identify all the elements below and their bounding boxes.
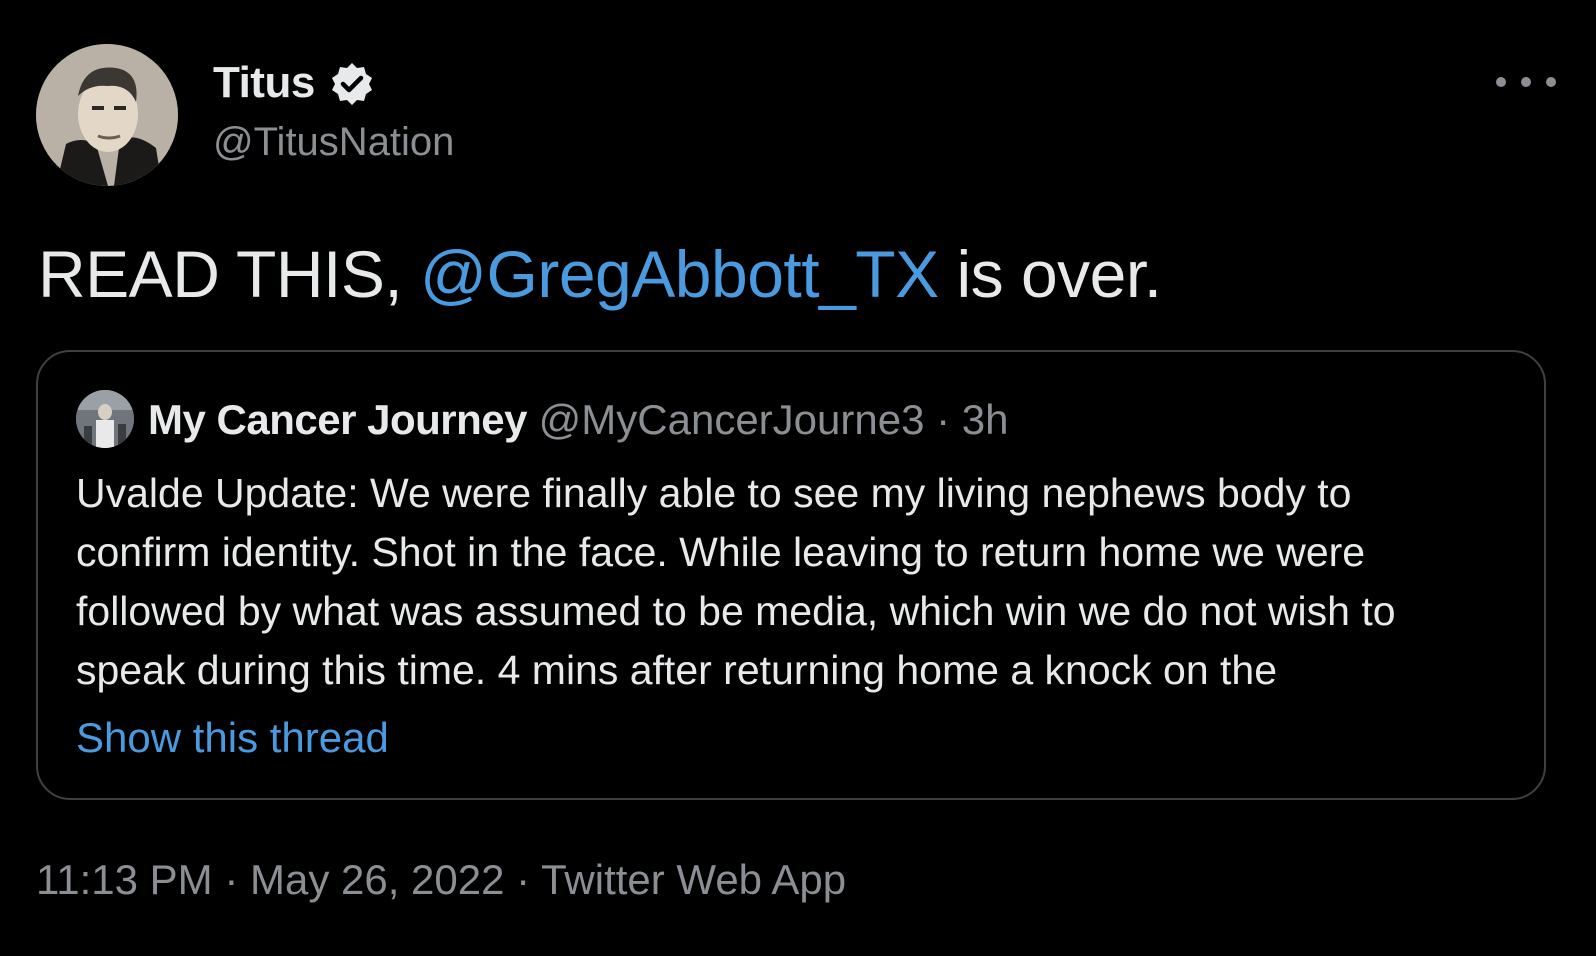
- tweet-text-before: READ THIS,: [38, 237, 421, 311]
- tweet-time[interactable]: 11:13 PM: [36, 856, 213, 903]
- author-display-name[interactable]: Titus: [213, 58, 315, 108]
- more-options-icon[interactable]: [1496, 64, 1556, 100]
- quoted-text-line: confirm identity. Shot in the face. Whil…: [76, 529, 1366, 575]
- quoted-text-line: speak during this time. 4 mins after ret…: [76, 647, 1278, 693]
- tweet-source[interactable]: Twitter Web App: [541, 856, 846, 903]
- more-dot: [1521, 77, 1531, 87]
- quoted-display-name[interactable]: My Cancer Journey: [148, 396, 527, 443]
- quoted-time[interactable]: 3h: [962, 396, 1009, 443]
- more-dot: [1546, 77, 1556, 87]
- tweet-date[interactable]: May 26, 2022: [250, 856, 505, 903]
- quoted-tweet-header: My Cancer Journey @MyCancerJourne3 · 3h: [148, 396, 1009, 444]
- author-handle[interactable]: @TitusNation: [213, 120, 454, 165]
- avatar-portrait-icon: [36, 44, 178, 186]
- quoted-separator: ·: [924, 396, 962, 443]
- footer-separator: ·: [212, 856, 250, 903]
- quoted-tweet-text: Uvalde Update: We were finally able to s…: [76, 464, 1526, 700]
- quoted-text-line: followed by what was assumed to be media…: [76, 588, 1396, 634]
- author-avatar[interactable]: [36, 44, 178, 186]
- quoted-avatar-photo-icon: [76, 390, 134, 448]
- quoted-text-line: Uvalde Update: We were finally able to s…: [76, 470, 1352, 516]
- tweet: Titus @TitusNation READ THIS, @GregAbbot…: [0, 0, 1596, 956]
- verified-badge-icon: [332, 63, 372, 105]
- quoted-tweet-card[interactable]: My Cancer Journey @MyCancerJourne3 · 3h …: [36, 350, 1546, 800]
- quoted-author-avatar[interactable]: [76, 390, 134, 448]
- quoted-handle[interactable]: @MyCancerJourne3: [539, 396, 925, 443]
- mention-link[interactable]: @GregAbbott_TX: [420, 237, 939, 311]
- tweet-footer: 11:13 PM · May 26, 2022 · Twitter Web Ap…: [36, 856, 846, 904]
- show-thread-link[interactable]: Show this thread: [76, 714, 389, 762]
- more-dot: [1496, 77, 1506, 87]
- footer-separator: ·: [504, 856, 542, 903]
- tweet-text: READ THIS, @GregAbbott_TX is over.: [38, 236, 1162, 312]
- tweet-text-after: is over.: [938, 237, 1162, 311]
